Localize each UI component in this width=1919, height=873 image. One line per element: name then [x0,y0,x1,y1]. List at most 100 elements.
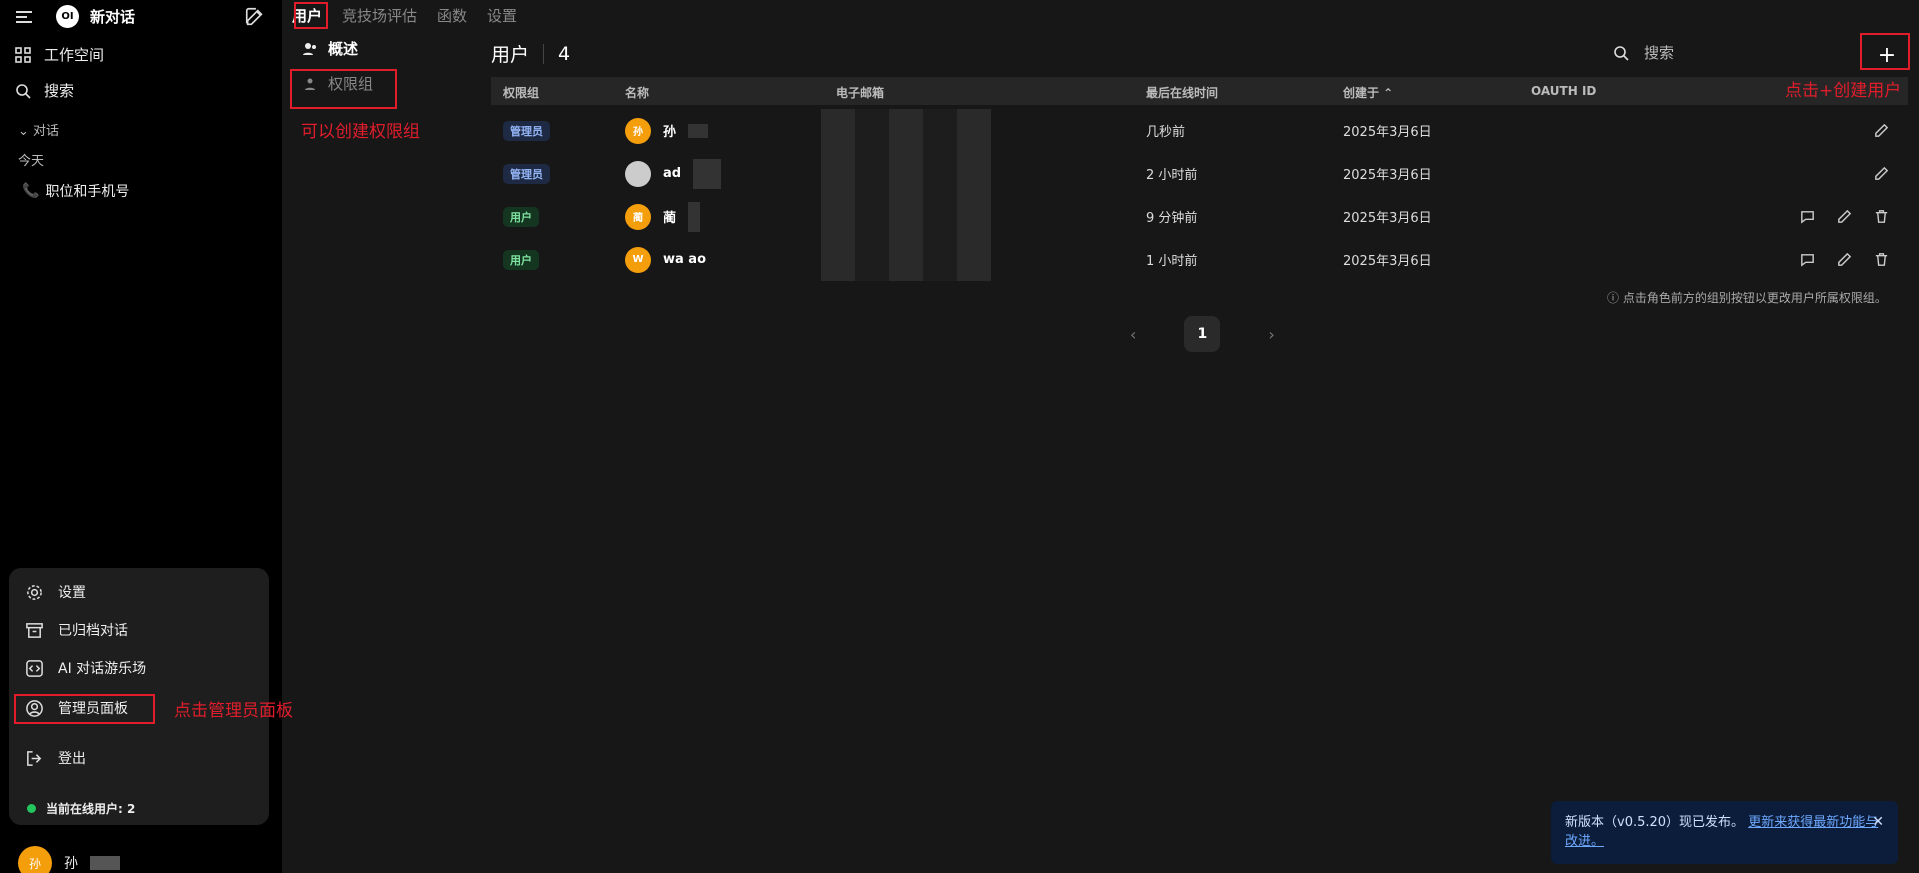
online-users: 当前在线用户: 2 [27,800,135,817]
avatar: 蔺 [625,203,651,230]
title-divider [543,43,545,64]
col-role[interactable]: 权限组 [503,84,539,101]
user-count: 4 [558,42,571,65]
subnav-overview[interactable]: 概述 [302,38,358,59]
menu-logout-label: 登出 [58,751,86,767]
redacted-name [90,856,120,870]
online-dot-icon [27,804,36,813]
trash-icon[interactable] [1873,208,1890,225]
sidebar-user[interactable]: 孙 孙 [18,846,120,873]
prev-page-button[interactable]: ‹ [1130,325,1136,344]
role-badge[interactable]: 管理员 [503,120,550,141]
close-icon[interactable]: ✕ [1872,813,1884,832]
role-badge[interactable]: 管理员 [503,163,550,184]
user-name: 孙 [663,125,677,140]
created-date: 2025年3月6日 [1343,168,1432,183]
user-name: wa ao [663,252,707,267]
col-created[interactable]: 创建于 ⌃ [1343,84,1393,101]
annotation-box-admin [14,694,155,724]
avatar [625,160,651,187]
users-icon [303,42,316,55]
workspace-link[interactable]: 工作空间 [14,44,104,65]
tab-arena[interactable]: 竞技场评估 [342,5,417,26]
chat-item[interactable]: 📞 职位和手机号 [22,181,129,201]
col-email[interactable]: 电子邮箱 [836,84,884,101]
tab-settings[interactable]: 设置 [487,5,517,26]
logo-icon: OI [56,5,79,28]
gear-icon [27,584,42,600]
redacted-block [688,201,701,232]
search-label: 搜索 [44,82,75,100]
edit-icon[interactable] [1836,251,1853,268]
avatar: 孙 [18,846,52,873]
menu-playground-label: AI 对话游乐场 [58,661,147,677]
edit-icon[interactable] [1836,208,1853,225]
table-row: 管理员 ad 2 小时前 2025年3月6日 [491,152,1908,195]
last-active: 9 分钟前 [1146,211,1198,226]
edit-icon[interactable] [1873,122,1890,139]
table-row: 用户 蔺蔺 9 分钟前 2025年3月6日 [491,195,1908,238]
col-last-active[interactable]: 最后在线时间 [1146,84,1218,101]
annotation-admin-panel: 点击管理员面板 [174,701,293,721]
menu-archived-label: 已归档对话 [58,623,128,639]
archive-icon [26,622,43,638]
page-number-button[interactable]: 1 [1184,316,1221,352]
row-actions [1799,195,1890,238]
menu-icon[interactable] [14,7,34,27]
chat-icon[interactable] [1799,251,1816,268]
annotation-box-users-tab [294,2,328,29]
menu-logout[interactable]: 登出 [25,748,86,768]
menu-settings[interactable]: 设置 [25,582,86,602]
chats-section-label: 对话 [33,124,60,139]
col-name[interactable]: 名称 [625,84,649,101]
redacted-email [821,195,991,238]
toast-text: 新版本（v0.5.20）现已发布。 [1565,815,1745,830]
menu-playground[interactable]: AI 对话游乐场 [25,658,146,678]
search-placeholder: 搜索 [1644,44,1675,62]
redacted-block [688,123,709,138]
created-date: 2025年3月6日 [1343,211,1432,226]
table-row: 用户 Wwa ao 1 小时前 2025年3月6日 [491,238,1908,281]
phone-icon: 📞 [22,183,40,199]
menu-archived[interactable]: 已归档对话 [25,620,128,640]
chat-icon[interactable] [1799,208,1816,225]
logout-icon [27,750,42,766]
annotation-box-add [1860,33,1910,70]
online-users-label: 当前在线用户: 2 [46,802,136,816]
search-input[interactable]: 搜索 [1612,42,1674,63]
user-name-cell: 孙孙 [625,117,709,144]
created-date: 2025年3月6日 [1343,125,1432,140]
redacted-email [821,238,991,281]
user-name-cell: 蔺蔺 [625,201,701,232]
today-label: 今天 [18,154,45,169]
chats-section-toggle[interactable]: ⌄ 对话 [18,120,59,139]
subnav-overview-label: 概述 [328,40,359,58]
row-actions [1873,152,1890,195]
new-chat-button[interactable]: 新对话 [90,6,135,27]
search-link[interactable]: 搜索 [14,80,74,101]
annotation-box-groups [290,69,397,109]
role-badge[interactable]: 用户 [503,206,539,227]
search-icon [1614,45,1629,61]
menu-settings-label: 设置 [58,585,86,601]
trash-icon[interactable] [1873,251,1890,268]
pagination: ‹ 1 › [1130,316,1275,352]
redacted-email [821,152,991,195]
next-page-button[interactable]: › [1268,325,1274,344]
table-header: 权限组 名称 电子邮箱 最后在线时间 创建于 ⌃ OAUTH ID [491,77,1908,105]
row-actions [1799,238,1890,281]
col-oauth[interactable]: OAUTH ID [1531,84,1596,98]
redacted-email [821,109,991,152]
page-title-text: 用户 [491,44,530,66]
annotation-create-user: 点击+创建用户 [1785,81,1902,101]
chat-item-label: 职位和手机号 [45,184,130,200]
role-badge[interactable]: 用户 [503,249,539,270]
avatar: 孙 [625,117,651,144]
annotation-create-group: 可以创建权限组 [301,122,420,142]
user-name-cell: Wwa ao [625,246,707,273]
edit-icon[interactable] [1873,165,1890,182]
edit-icon[interactable] [244,6,266,28]
user-name-cell: ad [625,158,722,189]
tab-functions[interactable]: 函数 [437,5,467,26]
update-toast: 新版本（v0.5.20）现已发布。 更新来获得最新功能与改进。 ✕ [1551,801,1898,864]
